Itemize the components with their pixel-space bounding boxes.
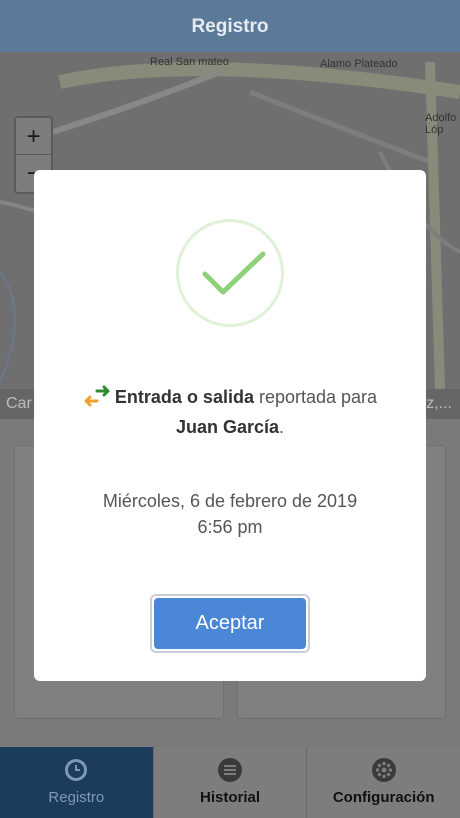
map-street-label: Real San mateo — [150, 56, 229, 68]
message-text: reportada para — [253, 387, 378, 407]
message-bold: Entrada o salida — [114, 387, 254, 407]
tab-label: Configuración — [332, 789, 435, 806]
checkmark-icon — [202, 251, 266, 295]
address-right: z,... — [426, 395, 452, 412]
employee-suffix: . — [279, 417, 285, 437]
accept-button[interactable]: Aceptar — [154, 598, 306, 649]
tab-label: Registro — [48, 789, 105, 806]
report-date: Miércoles, 6 de febrero de 2019 — [102, 491, 358, 511]
gear-icon — [371, 758, 396, 782]
tab-historial[interactable]: Historial — [152, 747, 307, 818]
success-circle — [176, 219, 284, 327]
report-datetime: Miércoles, 6 de febrero de 2019 6:56 pm — [54, 488, 406, 540]
map-street-label: Alamo Plateado — [320, 58, 398, 70]
confirmation-dialog: Entrada o salida reportada para Juan Gar… — [34, 170, 426, 681]
accept-button-frame: Aceptar — [150, 594, 310, 653]
tab-configuracion[interactable]: Configuración — [306, 747, 460, 818]
map-street-label: Adolfo Lóp — [425, 112, 457, 136]
report-message: Entrada o salida reportada para Juan Gar… — [54, 382, 406, 442]
employee-name: Juan García — [175, 417, 280, 437]
address-left: Car — [6, 395, 32, 412]
list-icon — [218, 758, 242, 782]
tab-registro[interactable]: Registro — [0, 747, 153, 818]
header-title: Registro — [0, 0, 460, 52]
zoom-in-button[interactable]: + — [16, 118, 51, 155]
clock-icon — [65, 759, 88, 781]
tab-label: Historial — [200, 789, 261, 806]
swap-arrows-icon — [84, 385, 110, 407]
report-time: 6:56 pm — [197, 517, 263, 537]
tab-bar: Registro Historial Configuración — [0, 747, 460, 818]
